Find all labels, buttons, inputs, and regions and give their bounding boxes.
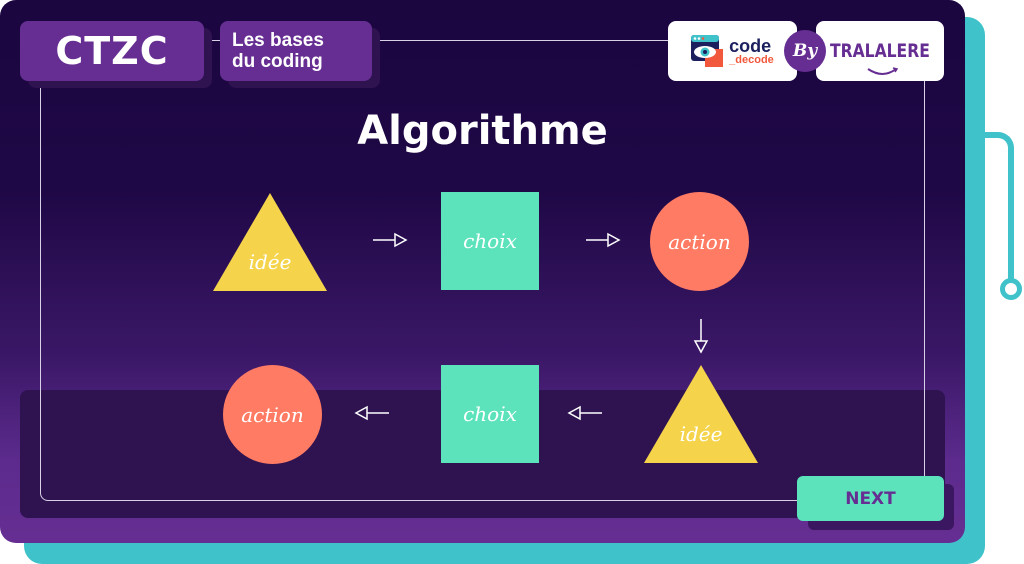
by-badge: By bbox=[784, 30, 826, 72]
subtitle-line-1: Les bases bbox=[232, 30, 324, 51]
triangle-shape bbox=[644, 365, 758, 463]
page-title: Algorithme bbox=[357, 108, 608, 154]
idea-triangle-bottom: idée bbox=[644, 365, 758, 463]
decode-word: _decode bbox=[729, 53, 774, 66]
shape-label: action bbox=[668, 229, 731, 254]
shape-label: choix bbox=[463, 402, 517, 426]
shape-label: idée bbox=[248, 250, 292, 274]
arrow-down-icon bbox=[693, 319, 709, 354]
idea-triangle-top: idée bbox=[213, 193, 327, 291]
shape-label: idée bbox=[679, 422, 723, 446]
decorative-wire bbox=[980, 132, 1014, 292]
action-circle-bottom: action bbox=[223, 365, 322, 464]
arrow-right-icon bbox=[373, 232, 408, 248]
arrow-left-icon bbox=[567, 405, 602, 421]
subtitle-line-2: du coding bbox=[232, 51, 323, 72]
triangle-shape bbox=[213, 193, 327, 291]
eye-window-icon bbox=[691, 33, 725, 69]
action-circle-top: action bbox=[650, 192, 749, 291]
code-decode-logo[interactable]: code _decode bbox=[668, 21, 797, 81]
smile-icon bbox=[867, 67, 899, 75]
code-word: code bbox=[729, 35, 772, 56]
slide-panel: CTZC Les bases du coding code _decode TR… bbox=[0, 0, 965, 543]
arrow-right-icon bbox=[586, 232, 621, 248]
shape-label: choix bbox=[463, 229, 517, 253]
ctzc-logo[interactable]: CTZC bbox=[20, 21, 204, 81]
tralalere-logo[interactable]: TRALALERE bbox=[816, 21, 944, 81]
course-subtitle: Les bases du coding bbox=[220, 21, 372, 81]
choice-square-bottom: choix bbox=[441, 365, 539, 463]
next-button[interactable]: NEXT bbox=[797, 476, 944, 521]
shape-label: action bbox=[241, 402, 304, 427]
choice-square-top: choix bbox=[441, 192, 539, 290]
arrow-left-icon bbox=[354, 405, 389, 421]
tralalere-wordmark: TRALALERE bbox=[830, 40, 930, 62]
decorative-node bbox=[1000, 278, 1022, 300]
